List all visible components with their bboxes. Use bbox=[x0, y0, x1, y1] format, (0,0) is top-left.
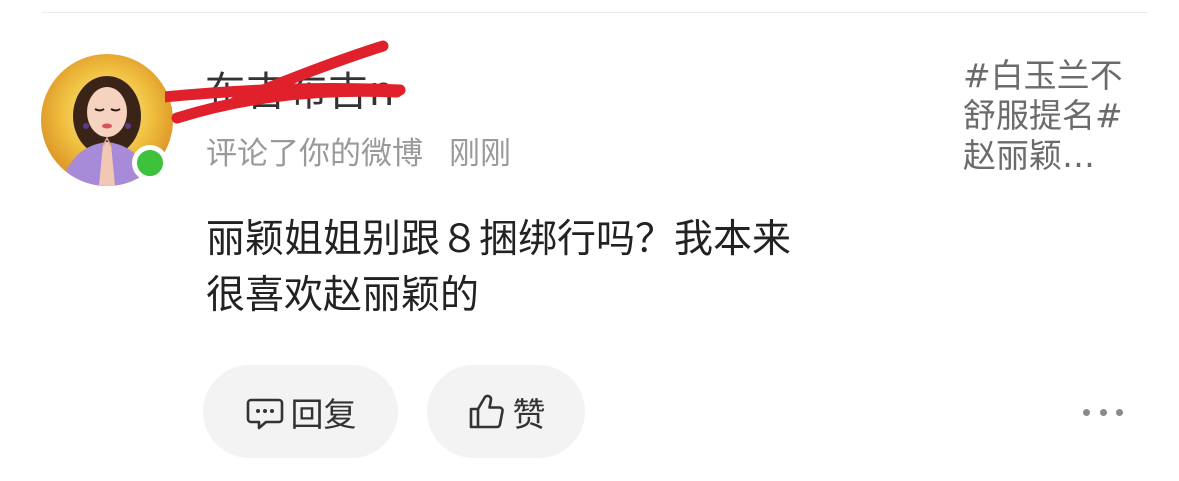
thumbs-up-icon bbox=[467, 392, 507, 432]
username[interactable]: 布吉布吉n bbox=[205, 64, 395, 120]
comment-meta: 评论了你的微博 刚刚 bbox=[206, 132, 511, 176]
comment-text[interactable]: 丽颖姐姐别跟８捆绑行吗？我本来 很喜欢赵丽颖的 bbox=[206, 212, 926, 324]
weibo-preview-line: #白玉兰不 bbox=[963, 56, 1123, 95]
more-dot bbox=[1116, 408, 1123, 416]
weibo-preview-line: 赵丽颖… bbox=[963, 136, 1095, 175]
username-block[interactable]: 布吉布吉n bbox=[205, 64, 395, 124]
reply-label: 回复 bbox=[290, 394, 357, 434]
meta-action: 评论了你的微博 bbox=[206, 136, 423, 172]
like-label: 赞 bbox=[512, 394, 546, 434]
comment-bubble-icon bbox=[245, 392, 285, 432]
weibo-preview-line: 舒服提名# bbox=[963, 96, 1123, 135]
more-dot bbox=[1099, 408, 1107, 416]
meta-time: 刚刚 bbox=[449, 136, 511, 172]
more-options-icon[interactable] bbox=[1083, 400, 1123, 424]
reply-button[interactable]: 回复 bbox=[203, 365, 398, 458]
like-button[interactable]: 赞 bbox=[427, 365, 585, 458]
more-dot bbox=[1083, 408, 1090, 416]
online-status-dot bbox=[132, 145, 168, 181]
comment-line: 丽颖姐姐别跟８捆绑行吗？我本来 bbox=[206, 217, 792, 262]
top-divider bbox=[42, 12, 1148, 13]
weibo-preview[interactable]: #白玉兰不 舒服提名# 赵丽颖… bbox=[963, 56, 1153, 176]
comment-line: 很喜欢赵丽颖的 bbox=[206, 273, 480, 318]
